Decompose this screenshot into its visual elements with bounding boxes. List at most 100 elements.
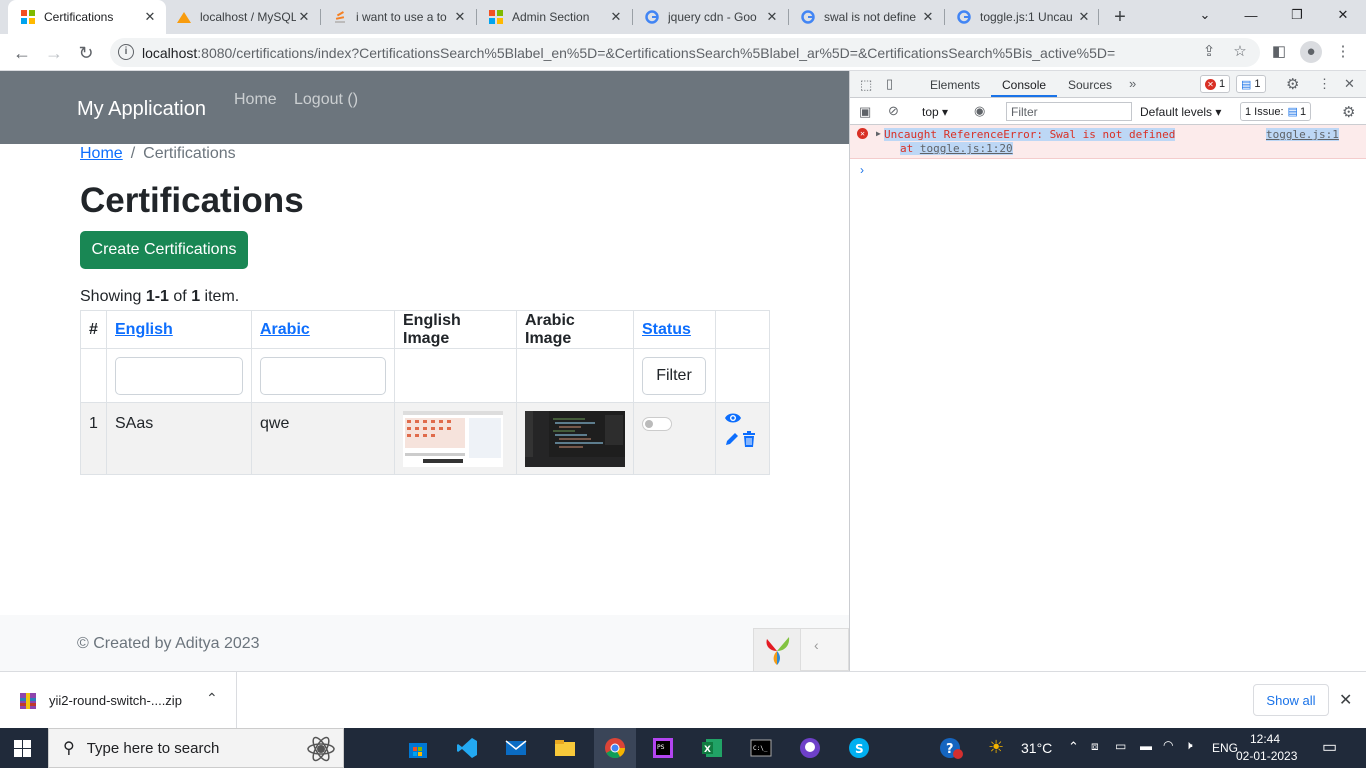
tab-close-icon[interactable]: ✕ bbox=[920, 9, 936, 25]
status-toggle-switch[interactable] bbox=[642, 417, 672, 431]
language-indicator[interactable]: ENG bbox=[1212, 741, 1238, 755]
tab-close-icon[interactable]: ✕ bbox=[764, 9, 780, 25]
minimize-icon[interactable]: — bbox=[1228, 0, 1274, 30]
sidebar-toggle-icon[interactable]: ▣ bbox=[859, 104, 871, 120]
file-explorer-icon[interactable] bbox=[549, 732, 581, 764]
clock-date[interactable]: 02-01-2023 bbox=[1236, 749, 1297, 763]
share-icon[interactable]: ⇪ bbox=[1198, 41, 1220, 63]
site-info-icon[interactable]: i bbox=[118, 44, 134, 60]
issues-button[interactable]: 1 Issue: ▤ 1 bbox=[1240, 102, 1312, 121]
download-item[interactable]: yii2-round-switch-....zip ⌃ bbox=[0, 672, 237, 728]
tab-close-icon[interactable]: ✕ bbox=[296, 9, 312, 25]
search-highlight-icon[interactable] bbox=[305, 733, 337, 765]
nav-home-link[interactable]: Home bbox=[234, 91, 277, 109]
error-source-link[interactable]: toggle.js:1 bbox=[1266, 128, 1339, 141]
context-select[interactable]: top ▾ bbox=[922, 105, 948, 119]
mail-icon[interactable] bbox=[500, 732, 532, 764]
weather-temperature[interactable]: 31°C bbox=[1021, 740, 1052, 756]
english-image-thumbnail[interactable] bbox=[403, 411, 503, 467]
tab-admin-section[interactable]: Admin Section ✕ bbox=[476, 0, 632, 34]
taskbar-search-box[interactable]: ⚲ Type here to search bbox=[48, 728, 344, 768]
delete-trash-icon[interactable] bbox=[742, 431, 756, 452]
console-settings-gear-icon[interactable]: ⚙ bbox=[1342, 103, 1355, 121]
stack-source-link[interactable]: toggle.js:1:20 bbox=[920, 142, 1013, 155]
log-levels-select[interactable]: Default levels ▾ bbox=[1140, 105, 1221, 119]
breadcrumb-home-link[interactable]: Home bbox=[80, 145, 123, 162]
console-error-message[interactable]: ✕ ▶ Uncaught ReferenceError: Swal is not… bbox=[850, 125, 1366, 159]
excel-icon[interactable]: X bbox=[696, 732, 728, 764]
vscode-icon[interactable] bbox=[451, 732, 483, 764]
settings-gear-icon[interactable]: ⚙ bbox=[1286, 75, 1299, 93]
tab-close-icon[interactable]: ✕ bbox=[142, 9, 158, 25]
more-tabs-chevron-icon[interactable]: » bbox=[1129, 76, 1136, 91]
terminal-icon[interactable]: C:\_ bbox=[745, 732, 777, 764]
reload-icon[interactable]: ↻ bbox=[73, 40, 99, 66]
yii-logo-icon[interactable] bbox=[754, 629, 801, 671]
sort-status-link[interactable]: Status bbox=[642, 321, 691, 338]
device-toolbar-icon[interactable]: ▯ bbox=[886, 76, 893, 92]
tab-swal-not-defined[interactable]: swal is not define ✕ bbox=[788, 0, 944, 34]
nav-logout-link[interactable]: Logout () bbox=[294, 91, 358, 109]
volume-icon[interactable]: 🕨 bbox=[1185, 738, 1193, 753]
tab-console[interactable]: Console bbox=[1002, 78, 1046, 92]
tab-elements[interactable]: Elements bbox=[930, 78, 980, 92]
restore-icon[interactable]: ❐ bbox=[1274, 0, 1320, 30]
forward-arrow-icon[interactable]: → bbox=[41, 40, 67, 66]
tab-close-icon[interactable]: ✕ bbox=[608, 9, 624, 25]
tab-search-chevron-icon[interactable]: ⌄ bbox=[1182, 0, 1228, 30]
console-filter-input[interactable]: Filter bbox=[1006, 102, 1132, 121]
edit-pencil-icon[interactable] bbox=[724, 431, 740, 452]
sort-english-link[interactable]: English bbox=[115, 321, 173, 338]
profile-avatar-icon[interactable]: ● bbox=[1300, 41, 1322, 63]
new-tab-plus-icon[interactable]: + bbox=[1108, 5, 1132, 29]
tab-close-icon[interactable]: ✕ bbox=[452, 9, 468, 25]
view-eye-icon[interactable] bbox=[724, 411, 761, 430]
inspect-element-icon[interactable]: ⬚ bbox=[860, 77, 872, 93]
tab-certifications[interactable]: Certifications ✕ bbox=[8, 0, 166, 34]
tab-sources[interactable]: Sources bbox=[1068, 78, 1112, 92]
help-badge-icon[interactable]: ? bbox=[935, 732, 967, 764]
devtools-close-icon[interactable]: ✕ bbox=[1344, 76, 1355, 92]
message-count-badge[interactable]: ▤ 1 bbox=[1236, 75, 1266, 93]
brand-link[interactable]: My Application bbox=[77, 98, 206, 121]
side-panel-icon[interactable]: ◧ bbox=[1268, 41, 1290, 63]
battery-icon[interactable]: ▬ bbox=[1140, 739, 1152, 753]
sort-arabic-link[interactable]: Arabic bbox=[260, 321, 310, 338]
tray-monitor-icon[interactable]: ▭ bbox=[1115, 739, 1126, 753]
tray-expand-chevron-icon[interactable]: ⌃ bbox=[1068, 739, 1079, 755]
windows-start-icon[interactable] bbox=[14, 740, 31, 760]
tab-toggle-js[interactable]: toggle.js:1 Uncau ✕ bbox=[944, 0, 1100, 34]
console-prompt-chevron-icon[interactable]: › bbox=[860, 163, 864, 177]
english-filter-input[interactable] bbox=[115, 356, 243, 395]
live-expression-eye-icon[interactable]: ◉ bbox=[974, 103, 985, 119]
arabic-image-thumbnail[interactable] bbox=[525, 411, 625, 467]
arabic-filter-input[interactable] bbox=[260, 356, 386, 395]
tray-app-icon[interactable]: ⧈ bbox=[1091, 739, 1099, 754]
github-desktop-icon[interactable] bbox=[794, 732, 826, 764]
clear-console-icon[interactable]: ⊘ bbox=[888, 103, 899, 119]
address-bar[interactable]: i localhost:8080/certifications/index?Ce… bbox=[110, 38, 1260, 67]
tab-stackoverflow[interactable]: i want to use a to ✕ bbox=[320, 0, 476, 34]
microsoft-store-icon[interactable] bbox=[402, 732, 434, 764]
weather-icon[interactable]: ☀ bbox=[988, 737, 1004, 758]
tab-close-icon[interactable]: ✕ bbox=[1076, 9, 1092, 25]
bookmark-star-icon[interactable]: ☆ bbox=[1229, 41, 1251, 63]
create-certifications-button[interactable]: Create Certifications bbox=[80, 231, 248, 269]
window-close-icon[interactable]: ✕ bbox=[1320, 0, 1366, 30]
tab-jquery-cdn[interactable]: jquery cdn - Goo ✕ bbox=[632, 0, 788, 34]
download-shelf-close-icon[interactable]: ✕ bbox=[1339, 690, 1352, 710]
chrome-taskbar-icon[interactable] bbox=[594, 728, 636, 768]
menu-kebab-icon[interactable]: ⋮ bbox=[1332, 41, 1354, 63]
download-options-chevron-icon[interactable]: ⌃ bbox=[206, 690, 218, 707]
devtools-menu-icon[interactable]: ⋮ bbox=[1318, 76, 1331, 92]
show-all-downloads-button[interactable]: Show all bbox=[1253, 684, 1329, 716]
wifi-icon[interactable]: ◠ bbox=[1163, 738, 1173, 752]
tab-phpmyadmin[interactable]: localhost / MySQL ✕ bbox=[164, 0, 320, 34]
phpstorm-icon[interactable]: PS bbox=[647, 732, 679, 764]
clock-time[interactable]: 12:44 bbox=[1250, 732, 1280, 746]
expand-triangle-icon[interactable]: ▶ bbox=[876, 129, 881, 138]
skype-icon[interactable]: S bbox=[843, 732, 875, 764]
back-arrow-icon[interactable]: ← bbox=[9, 40, 35, 66]
error-count-badge[interactable]: ✕ 1 bbox=[1200, 75, 1231, 93]
yii-toolbar-collapse-icon[interactable]: ‹ bbox=[814, 637, 819, 653]
